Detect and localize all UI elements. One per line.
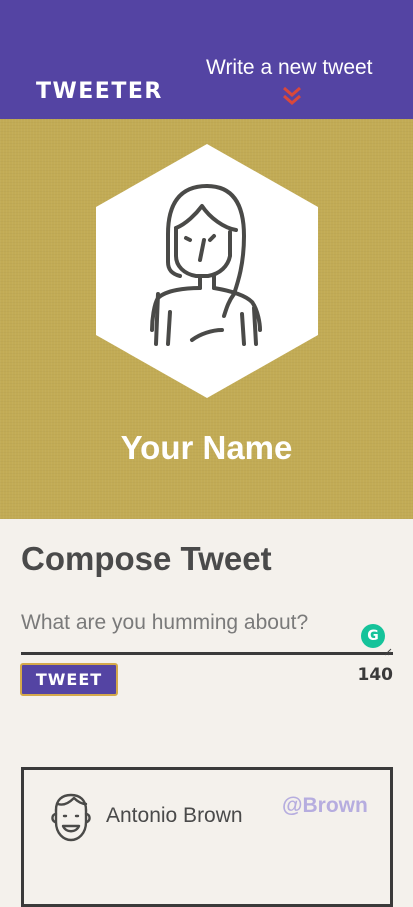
tweet-button[interactable]: TWEET (20, 663, 118, 696)
male-user-icon (51, 793, 91, 842)
grammarly-icon[interactable]: G (361, 624, 385, 648)
write-new-tweet-link[interactable]: Write a new tweet (206, 56, 373, 80)
resize-grip-icon[interactable] (384, 648, 392, 656)
compose-title: Compose Tweet (21, 540, 272, 577)
tweet-input[interactable] (21, 605, 393, 655)
character-counter: 140 (357, 665, 394, 685)
profile-header: Your Name (0, 119, 413, 519)
profile-name: Your Name (120, 429, 293, 466)
top-nav: TWEETER Write a new tweet (0, 0, 413, 119)
brand-logo[interactable]: TWEETER (36, 79, 163, 104)
tweet-card: Antonio Brown @Brown (21, 767, 393, 907)
profile-avatar (96, 144, 318, 398)
tweet-author-name: Antonio Brown (106, 804, 243, 827)
double-chevron-down-icon[interactable] (280, 86, 304, 106)
tweet-author-handle[interactable]: @Brown (282, 794, 368, 818)
